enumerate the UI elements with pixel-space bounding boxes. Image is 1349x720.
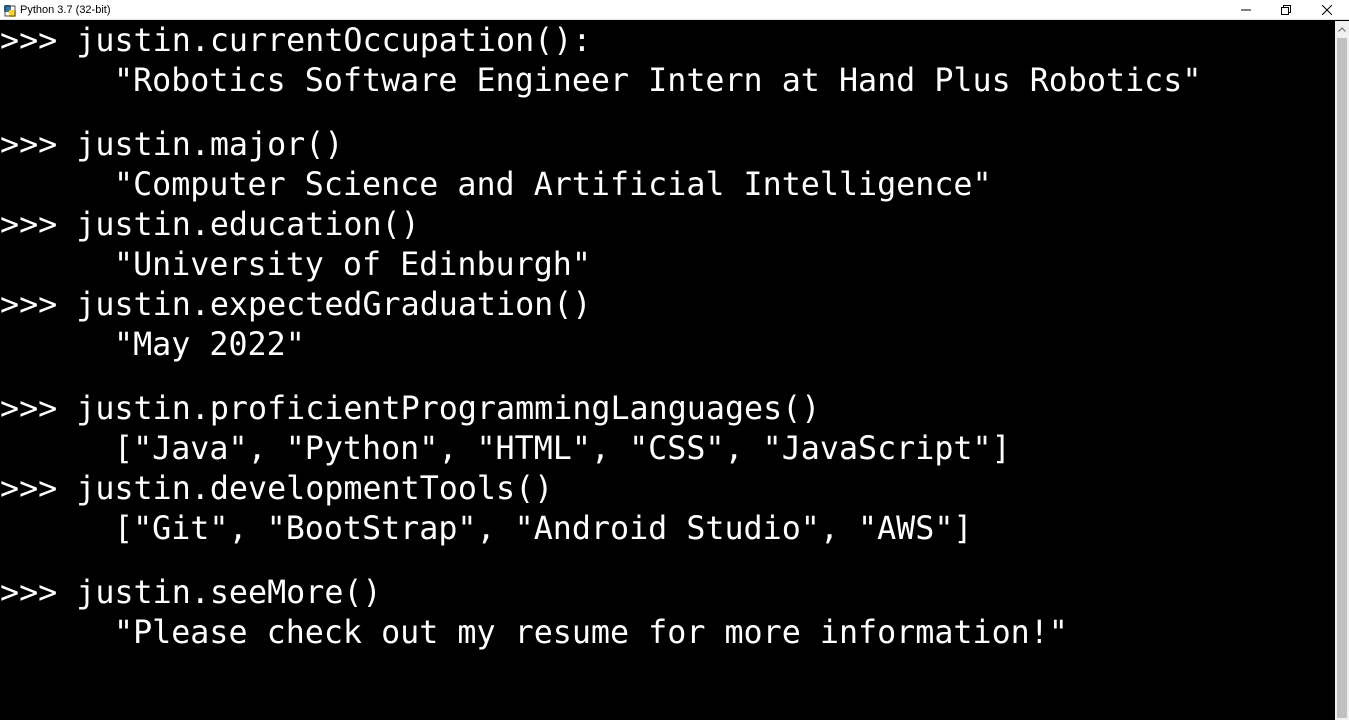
python-icon: [3, 3, 17, 17]
scroll-up-icon[interactable]: [1335, 21, 1349, 37]
vertical-scrollbar[interactable]: [1335, 21, 1349, 720]
output-line: "Robotics Software Engineer Intern at Ha…: [114, 63, 1202, 99]
title-bar[interactable]: Python 3.7 (32-bit): [0, 0, 1349, 20]
output-line: "Please check out my resume for more inf…: [114, 615, 1068, 651]
prompt-line: >>> justin.currentOccupation():: [0, 23, 592, 59]
minimize-icon[interactable]: [1225, 0, 1267, 20]
output-line: ["Java", "Python", "HTML", "CSS", "JavaS…: [114, 431, 1011, 467]
prompt-line: >>> justin.major(): [0, 127, 344, 163]
output-line: "University of Edinburgh": [114, 247, 591, 283]
output-line: ["Git", "BootStrap", "Android Studio", "…: [114, 511, 973, 547]
prompt-line: >>> justin.expectedGraduation(): [0, 287, 592, 323]
scrollbar-thumb[interactable]: [1337, 38, 1347, 718]
maximize-icon[interactable]: [1265, 0, 1307, 20]
output-line: "May 2022": [114, 327, 305, 363]
output-line: "Computer Science and Artificial Intelli…: [114, 167, 992, 203]
window-title: Python 3.7 (32-bit): [20, 4, 111, 16]
prompt-line: >>> justin.developmentTools(): [0, 471, 554, 507]
prompt-line: >>> justin.proficientProgrammingLanguage…: [0, 391, 821, 427]
console-output[interactable]: >>> justin.currentOccupation(): "Robotic…: [0, 21, 1335, 720]
close-icon[interactable]: [1306, 0, 1348, 20]
prompt-line: >>> justin.education(): [0, 207, 420, 243]
prompt-line: >>> justin.seeMore(): [0, 575, 382, 611]
